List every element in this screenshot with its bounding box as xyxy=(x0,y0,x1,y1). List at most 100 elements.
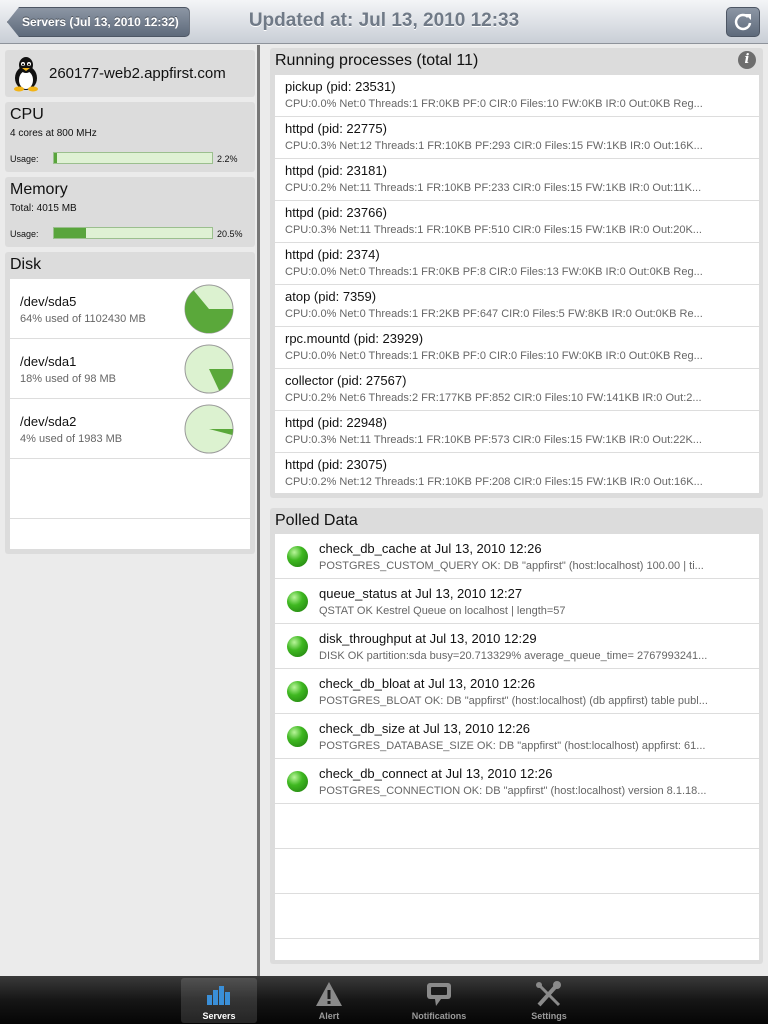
disk-title: Disk xyxy=(10,256,42,273)
tab-label: Notifications xyxy=(411,1011,467,1021)
polled-data-row[interactable]: queue_status at Jul 13, 2010 12:27 QSTAT … xyxy=(275,579,759,624)
disk-name: /dev/sda5 xyxy=(20,294,77,309)
process-stats: CPU:0.0% Net:0 Threads:1 FR:0KB PF:0 CIR… xyxy=(285,350,703,362)
process-stats: CPU:0.0% Net:0 Threads:1 FR:0KB PF:8 CIR… xyxy=(285,266,703,278)
cpu-card: CPU 4 cores at 800 MHz Usage: 2.2% xyxy=(5,102,255,172)
tab-servers[interactable]: Servers xyxy=(181,978,257,1023)
process-row[interactable]: httpd (pid: 23766) CPU:0.3% Net:11 Thread… xyxy=(275,201,759,243)
process-name: httpd (pid: 23075) xyxy=(285,457,387,472)
tab-notifications[interactable]: Notifications xyxy=(401,978,477,1023)
back-button-label: Servers (Jul 13, 2010 12:32) xyxy=(22,15,179,29)
warning-icon xyxy=(316,982,342,1006)
check-name: check_db_connect at Jul 13, 2010 12:26 xyxy=(319,766,553,781)
empty-row xyxy=(275,804,759,849)
process-stats: CPU:0.2% Net:12 Threads:1 FR:10KB PF:208… xyxy=(285,476,703,488)
process-name: httpd (pid: 22948) xyxy=(285,415,387,430)
memory-title: Memory xyxy=(10,181,68,198)
memory-detail: Total: 4015 MB xyxy=(10,203,77,214)
check-message: POSTGRES_CUSTOM_QUERY OK: DB "appfirst" … xyxy=(319,560,704,572)
server-name: 260177-web2.appfirst.com xyxy=(49,65,226,82)
process-row[interactable]: httpd (pid: 22948) CPU:0.3% Net:11 Thread… xyxy=(275,411,759,453)
disk-row[interactable]: /dev/sda2 4% used of 1983 MB xyxy=(10,399,250,459)
disk-usage-pie-icon xyxy=(184,344,234,394)
process-name: httpd (pid: 22775) xyxy=(285,121,387,136)
linux-tux-icon xyxy=(14,57,38,92)
process-row[interactable]: httpd (pid: 23181) CPU:0.2% Net:11 Thread… xyxy=(275,159,759,201)
process-stats: CPU:0.3% Net:11 Threads:1 FR:10KB PF:510… xyxy=(285,224,702,236)
process-name: atop (pid: 7359) xyxy=(285,289,377,304)
cpu-usage-bar-fill xyxy=(54,153,58,163)
status-ok-icon xyxy=(287,681,308,702)
process-name: httpd (pid: 23181) xyxy=(285,163,387,178)
process-name: pickup (pid: 23531) xyxy=(285,79,396,94)
process-row[interactable]: httpd (pid: 2374) CPU:0.0% Net:0 Threads:… xyxy=(275,243,759,285)
process-stats: CPU:0.3% Net:12 Threads:1 FR:10KB PF:293… xyxy=(285,140,703,152)
process-row[interactable]: httpd (pid: 22775) CPU:0.3% Net:12 Thread… xyxy=(275,117,759,159)
process-row[interactable]: collector (pid: 27567) CPU:0.2% Net:6 Thr… xyxy=(275,369,759,411)
processes-title: Running processes (total 11) xyxy=(275,52,479,69)
process-row[interactable]: httpd (pid: 23075) CPU:0.2% Net:12 Thread… xyxy=(275,453,759,493)
status-ok-icon xyxy=(287,546,308,567)
disk-name: /dev/sda2 xyxy=(20,414,77,429)
check-name: check_db_bloat at Jul 13, 2010 12:26 xyxy=(319,676,536,691)
empty-row xyxy=(10,459,250,519)
tab-alert[interactable]: Alert xyxy=(291,978,367,1023)
tab-label: Servers xyxy=(202,1011,236,1021)
polled-data-list[interactable]: check_db_cache at Jul 13, 2010 12:26 POST… xyxy=(275,534,759,960)
polled-data-row[interactable]: check_db_size at Jul 13, 2010 12:26 POSTG… xyxy=(275,714,759,759)
server-header: 260177-web2.appfirst.com xyxy=(5,50,255,97)
process-name: httpd (pid: 2374) xyxy=(285,247,380,262)
check-message: DISK OK partition:sda busy=20.713329% av… xyxy=(319,650,708,662)
disk-card: Disk /dev/sda5 64% used of 1102430 MB /d… xyxy=(5,252,255,554)
process-row[interactable]: atop (pid: 7359) CPU:0.0% Net:0 Threads:1… xyxy=(275,285,759,327)
cpu-detail: 4 cores at 800 MHz xyxy=(10,128,97,139)
polled-data-row[interactable]: check_db_bloat at Jul 13, 2010 12:26 POST… xyxy=(275,669,759,714)
process-stats: CPU:0.0% Net:0 Threads:1 FR:2KB PF:647 C… xyxy=(285,308,703,320)
check-name: queue_status at Jul 13, 2010 12:27 xyxy=(319,586,523,601)
cpu-title: CPU xyxy=(10,106,44,123)
tab-label: Alert xyxy=(318,1011,340,1021)
check-name: disk_throughput at Jul 13, 2010 12:29 xyxy=(319,631,537,646)
tab-settings[interactable]: Settings xyxy=(511,978,587,1023)
tab-label: Settings xyxy=(531,1011,567,1021)
cpu-usage-label: Usage: xyxy=(10,154,39,164)
cpu-usage-percent: 2.2% xyxy=(217,154,238,164)
refresh-button[interactable] xyxy=(726,7,760,37)
process-name: rpc.mountd (pid: 23929) xyxy=(285,331,424,346)
disk-row[interactable]: /dev/sda1 18% used of 98 MB xyxy=(10,339,250,399)
process-stats: CPU:0.0% Net:0 Threads:1 FR:0KB PF:0 CIR… xyxy=(285,98,703,110)
speech-bubble-icon xyxy=(427,983,451,1006)
process-stats: CPU:0.2% Net:6 Threads:2 FR:177KB PF:852… xyxy=(285,392,702,404)
navigation-bar: Updated at: Jul 13, 2010 12:33 Servers (… xyxy=(0,0,768,44)
check-name: check_db_cache at Jul 13, 2010 12:26 xyxy=(319,541,542,556)
status-ok-icon xyxy=(287,591,308,612)
memory-usage-label: Usage: xyxy=(10,229,39,239)
process-row[interactable]: pickup (pid: 23531) CPU:0.0% Net:0 Thread… xyxy=(275,75,759,117)
process-row[interactable]: rpc.mountd (pid: 23929) CPU:0.0% Net:0 Th… xyxy=(275,327,759,369)
status-ok-icon xyxy=(287,771,308,792)
tab-bar: Servers Alert Notifications Settings xyxy=(0,976,768,1024)
process-name: httpd (pid: 23766) xyxy=(285,205,387,220)
check-message: POSTGRES_DATABASE_SIZE OK: DB "appfirst"… xyxy=(319,740,706,752)
refresh-icon xyxy=(734,13,752,31)
process-name: collector (pid: 27567) xyxy=(285,373,407,388)
process-stats: CPU:0.3% Net:11 Threads:1 FR:10KB PF:573… xyxy=(285,434,702,446)
memory-usage-bar-fill xyxy=(54,228,87,238)
polled-data-row[interactable]: check_db_connect at Jul 13, 2010 12:26 PO… xyxy=(275,759,759,804)
disk-usage-text: 64% used of 1102430 MB xyxy=(20,313,146,325)
info-icon[interactable]: i xyxy=(738,51,756,69)
polled-data-title: Polled Data xyxy=(275,512,358,529)
disk-usage-text: 18% used of 98 MB xyxy=(20,373,117,385)
cpu-usage-bar xyxy=(53,152,213,164)
polled-data-row[interactable]: disk_throughput at Jul 13, 2010 12:29 DIS… xyxy=(275,624,759,669)
process-list[interactable]: pickup (pid: 23531) CPU:0.0% Net:0 Thread… xyxy=(275,75,759,493)
disk-row[interactable]: /dev/sda5 64% used of 1102430 MB xyxy=(10,279,250,339)
server-summary-column: 260177-web2.appfirst.com CPU 4 cores at … xyxy=(0,45,260,976)
polled-data-row[interactable]: check_db_cache at Jul 13, 2010 12:26 POST… xyxy=(275,534,759,579)
check-name: check_db_size at Jul 13, 2010 12:26 xyxy=(319,721,531,736)
check-message: POSTGRES_BLOAT OK: DB "appfirst" (host:l… xyxy=(319,695,708,707)
memory-usage-percent: 20.5% xyxy=(217,229,243,239)
check-message: POSTGRES_CONNECTION OK: DB "appfirst" (h… xyxy=(319,785,707,797)
back-button[interactable]: Servers (Jul 13, 2010 12:32) xyxy=(7,7,190,37)
status-ok-icon xyxy=(287,726,308,747)
